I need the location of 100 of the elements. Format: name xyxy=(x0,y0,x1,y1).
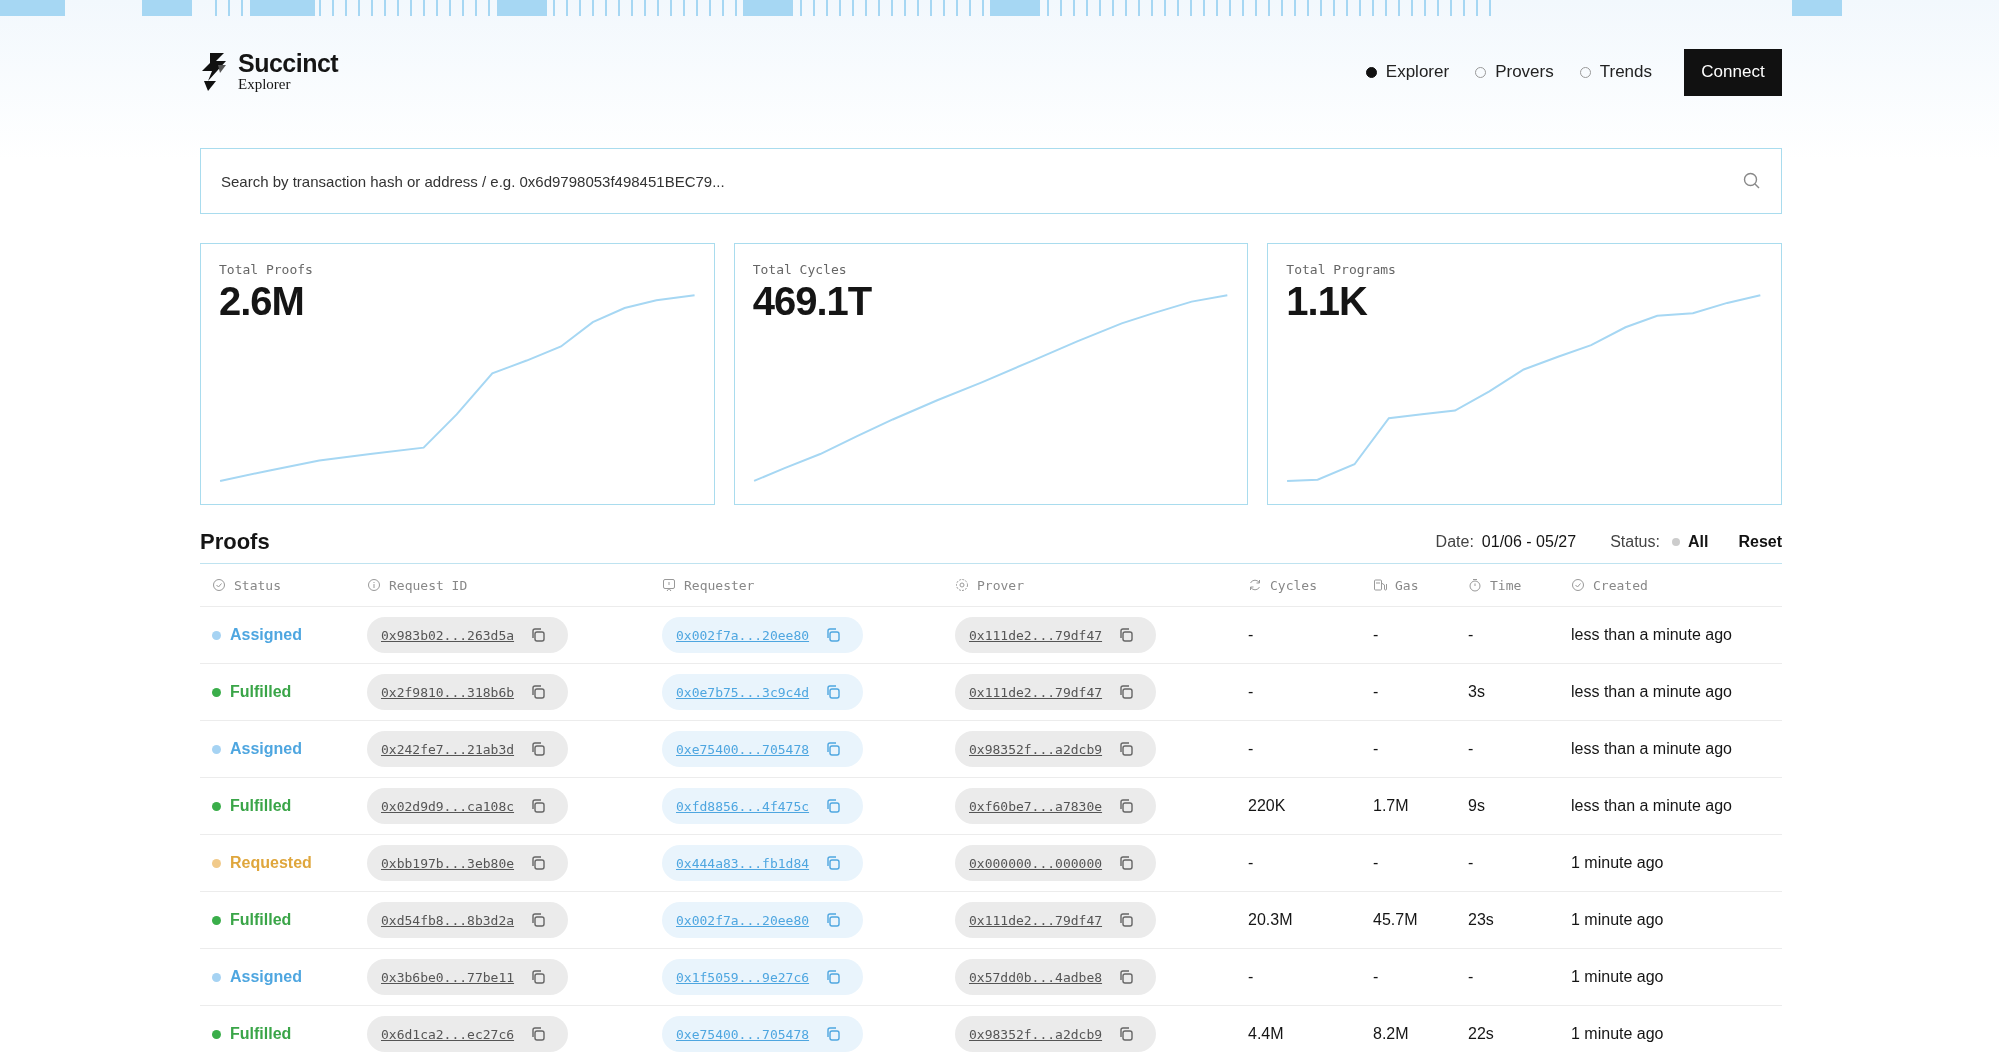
copy-icon[interactable] xyxy=(1118,969,1135,985)
column-icon xyxy=(367,578,381,592)
copy-icon[interactable] xyxy=(530,969,547,985)
copy-icon[interactable] xyxy=(1118,627,1135,643)
address-chip[interactable]: 0x98352f...a2dcb9 xyxy=(955,731,1157,767)
column-header: Cycles xyxy=(1270,577,1317,593)
address-chip[interactable]: 0x111de2...79df47 xyxy=(955,617,1157,653)
column-icon xyxy=(1571,578,1585,592)
stat-value: 469.1T xyxy=(752,279,873,324)
copy-icon[interactable] xyxy=(530,741,547,757)
column-icon xyxy=(1248,578,1262,592)
copy-icon[interactable] xyxy=(1118,798,1135,814)
brand-subtitle: Explorer xyxy=(238,76,292,93)
status-text: Assigned xyxy=(230,968,302,986)
table-cell-text: - xyxy=(1468,740,1475,758)
copy-icon[interactable] xyxy=(1118,684,1135,700)
reset-button[interactable]: Reset xyxy=(1738,533,1782,551)
copy-icon[interactable] xyxy=(1118,855,1135,871)
copy-icon[interactable] xyxy=(530,1026,547,1042)
table-cell-text: 20.3M xyxy=(1248,911,1294,929)
table-cell-text: 22s xyxy=(1468,1025,1495,1043)
nav-tab[interactable]: Trends xyxy=(1579,62,1652,82)
table-cell-text: - xyxy=(1373,968,1380,986)
hash-chip[interactable]: 0x6d1ca2...ec27c6 xyxy=(367,1016,569,1052)
table-cell-text: - xyxy=(1248,740,1255,758)
copy-icon[interactable] xyxy=(825,1026,842,1042)
copy-icon[interactable] xyxy=(530,855,547,871)
status-text: Fulfilled xyxy=(230,911,292,929)
copy-icon[interactable] xyxy=(1118,1026,1135,1042)
filter-label: Date: xyxy=(1435,533,1474,551)
hash-chip[interactable]: 0x242fe7...21ab3d xyxy=(367,731,569,767)
copy-icon[interactable] xyxy=(825,627,842,643)
table-cell-text: 8.2M xyxy=(1373,1025,1410,1043)
hash-chip[interactable]: 0x3b6be0...77be11 xyxy=(367,959,569,995)
copy-icon[interactable] xyxy=(825,798,842,814)
address-chip[interactable]: 0x98352f...a2dcb9 xyxy=(955,1016,1157,1052)
table-cell-text: 1 minute ago xyxy=(1571,854,1665,872)
table-cell-text: 1 minute ago xyxy=(1571,911,1665,929)
copy-icon[interactable] xyxy=(825,855,842,871)
copy-icon[interactable] xyxy=(1118,912,1135,928)
stat-label: Total Proofs xyxy=(219,262,314,277)
column-icon xyxy=(1468,578,1482,592)
column-icon xyxy=(212,578,226,592)
column-header: Status xyxy=(234,577,281,593)
copy-icon[interactable] xyxy=(530,912,547,928)
table-cell-text: - xyxy=(1373,626,1380,644)
status-text: Fulfilled xyxy=(230,1025,292,1043)
table-cell-text: 220K xyxy=(1248,797,1287,815)
column-header: Prover xyxy=(977,577,1024,593)
copy-icon[interactable] xyxy=(825,912,842,928)
table-cell-text: - xyxy=(1248,683,1255,701)
table-cell-text: 23s xyxy=(1468,911,1495,929)
copy-icon[interactable] xyxy=(825,741,842,757)
status-dot-icon xyxy=(1671,538,1680,546)
table-cell-text: - xyxy=(1468,854,1475,872)
address-chip[interactable]: 0x57dd0b...4adbe8 xyxy=(955,959,1157,995)
section-title: Proofs xyxy=(200,529,270,555)
column-icon xyxy=(662,578,676,592)
column-header: Created xyxy=(1593,577,1648,593)
address-chip[interactable]: 0x111de2...79df47 xyxy=(955,902,1157,938)
table-cell-text: 1.7M xyxy=(1373,797,1410,815)
hash-chip[interactable]: 0x2f9810...318b6b xyxy=(367,674,569,710)
stat-label: Total Programs xyxy=(1286,262,1397,277)
stat-value: 1.1K xyxy=(1286,279,1369,324)
nav-tab[interactable]: Provers xyxy=(1475,62,1554,82)
column-header: Request ID xyxy=(389,577,468,593)
filter-label: Status: xyxy=(1610,533,1660,551)
hash-chip[interactable]: 0xd54fb8...8b3d2a xyxy=(367,902,569,938)
hash-chip[interactable]: 0x983b02...263d5a xyxy=(367,617,569,653)
column-header: Gas xyxy=(1395,577,1419,593)
column-header: Time xyxy=(1490,577,1522,593)
copy-icon[interactable] xyxy=(530,684,547,700)
table-cell-text: less than a minute ago xyxy=(1571,683,1733,701)
table-cell-text: - xyxy=(1373,683,1380,701)
connect-button[interactable]: Connect xyxy=(1684,48,1782,96)
hash-chip[interactable]: 0xbb197b...3eb80e xyxy=(367,845,569,881)
nav-tab[interactable]: Explorer xyxy=(1365,62,1450,82)
table-cell-text: - xyxy=(1248,854,1255,872)
table-cell-text: 4.4M xyxy=(1248,1025,1285,1043)
copy-icon[interactable] xyxy=(825,684,842,700)
copy-icon[interactable] xyxy=(530,627,547,643)
column-icon xyxy=(955,578,969,592)
address-chip[interactable]: 0x000000...000000 xyxy=(955,845,1157,881)
address-chip[interactable]: 0x111de2...79df47 xyxy=(955,674,1157,710)
address-chip[interactable]: 0xf60be7...a7830e xyxy=(955,788,1157,824)
status-filter[interactable]: All xyxy=(1687,533,1709,551)
table-cell-text: less than a minute ago xyxy=(1571,797,1733,815)
status-text: Requested xyxy=(230,854,312,872)
search-icon[interactable] xyxy=(1743,172,1760,189)
date-filter[interactable]: 01/06 - 05/27 xyxy=(1481,533,1577,551)
table-cell-text: less than a minute ago xyxy=(1571,740,1733,758)
hash-chip[interactable]: 0x02d9d9...ca108c xyxy=(367,788,569,824)
copy-icon[interactable] xyxy=(1118,741,1135,757)
stat-label: Total Cycles xyxy=(752,262,848,277)
search-field[interactable]: Search by transaction hash or address / e.g. 0x6d9798053f498451BEC79... xyxy=(200,148,1782,214)
table-cell-text: 1 minute ago xyxy=(1571,1025,1665,1043)
copy-icon[interactable] xyxy=(825,969,842,985)
status-text: Assigned xyxy=(230,740,302,758)
table-cell-text: - xyxy=(1373,740,1380,758)
copy-icon[interactable] xyxy=(530,798,547,814)
